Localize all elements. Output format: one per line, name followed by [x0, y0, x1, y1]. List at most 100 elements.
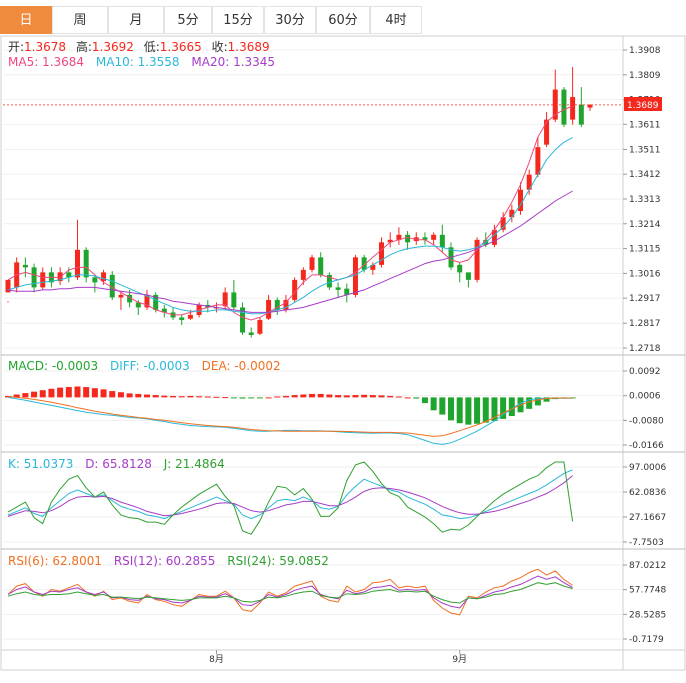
- macd-bar: [317, 393, 324, 398]
- y-tick-label: 1.3115: [629, 245, 661, 255]
- y-tick-label: 1.2718: [629, 344, 661, 354]
- macd-bar: [22, 393, 29, 398]
- candle-body: [22, 264, 28, 268]
- dea-value: DEA: -0.0002: [202, 359, 281, 373]
- y-tick-label: 28.5285: [629, 610, 666, 620]
- macd-bar: [170, 395, 177, 398]
- y-tick-label: 57.7748: [629, 586, 666, 596]
- candle-body: [31, 267, 37, 288]
- macd-bar: [456, 397, 463, 424]
- macd-bar: [361, 394, 368, 398]
- low-label: 低:: [144, 40, 160, 54]
- macd-bar: [74, 386, 81, 398]
- macd-bar: [335, 395, 342, 398]
- candle-body: [439, 234, 445, 248]
- macd-bar: [265, 397, 272, 399]
- macd-bar: [474, 397, 481, 424]
- y-tick-label: -0.0166: [629, 441, 664, 451]
- macd-bar: [230, 397, 237, 399]
- candle-body: [431, 234, 437, 240]
- ma5-legend: MA5: 1.3684: [8, 55, 84, 69]
- macd-bar: [196, 396, 203, 398]
- macd-bar: [274, 396, 281, 398]
- y-tick-label: 87.0212: [629, 561, 666, 571]
- y-tick-label: 1.3611: [629, 120, 661, 130]
- candle-body: [179, 317, 185, 320]
- chart-border: [0, 35, 686, 671]
- high-label: 高:: [76, 39, 92, 54]
- kdj-legend: K: 51.0373 D: 65.8128 J: 21.4864: [8, 457, 225, 471]
- macd-bar: [404, 397, 411, 399]
- macd-bar: [204, 396, 211, 398]
- macd-bar: [309, 393, 316, 398]
- candle-body: [509, 209, 515, 218]
- j-line: [7, 461, 574, 535]
- macd-bar: [282, 395, 289, 398]
- x-tick-label: 8月: [209, 654, 224, 665]
- macd-bar: [343, 395, 350, 398]
- macd-bar: [117, 392, 124, 398]
- macd-bar: [387, 395, 394, 398]
- macd-bar: [65, 387, 72, 398]
- y-tick-label: 62.0836: [629, 488, 666, 498]
- macd-bar: [178, 396, 185, 398]
- macd-bar: [100, 389, 107, 398]
- ma10-legend: MA10: 1.3558: [96, 55, 180, 69]
- chart-area[interactable]: 1.39081.38091.37101.36111.35111.34121.33…: [0, 0, 686, 683]
- macd-bar: [448, 397, 455, 421]
- ma-legend: MA5: 1.3684 MA10: 1.3558 MA20: 1.3345: [8, 55, 275, 69]
- ma5-line: [7, 105, 573, 321]
- macd-bar: [91, 388, 98, 398]
- macd-bar: [83, 387, 90, 398]
- macd-bar: [256, 397, 263, 399]
- open-value: 1.3678: [24, 40, 66, 54]
- macd-bar: [48, 388, 55, 398]
- rsi12-value: RSI(12): 60.2855: [114, 554, 216, 568]
- y-tick-label: -0.7179: [629, 635, 664, 645]
- macd-bar: [57, 387, 64, 398]
- candle-body: [587, 104, 593, 108]
- close-value: 1.3689: [228, 40, 270, 54]
- macd-bar: [430, 397, 437, 411]
- candle-body: [335, 287, 341, 290]
- ma20-line: [7, 190, 573, 313]
- diff-value: DIFF: -0.0003: [110, 359, 190, 373]
- candle-body: [266, 299, 272, 319]
- candle-body: [465, 272, 471, 280]
- ma20-legend: MA20: 1.3345: [191, 55, 275, 69]
- candle-body: [318, 257, 324, 275]
- candle-body: [231, 292, 237, 308]
- y-tick-label: -7.7503: [629, 538, 664, 548]
- candle-body: [92, 277, 98, 283]
- macd-bar: [248, 397, 255, 399]
- x-tick-label: 9月: [452, 654, 467, 665]
- macd-bar: [39, 390, 46, 398]
- y-tick-label: 97.0006: [629, 463, 666, 473]
- candle-body: [101, 272, 107, 282]
- candle-body: [222, 292, 228, 307]
- candle-body: [83, 249, 89, 278]
- candle-body: [544, 119, 550, 145]
- macd-bar: [421, 397, 428, 404]
- current-price-label: 1.3689: [627, 101, 659, 111]
- macd-bar: [135, 393, 142, 398]
- open-label: 开:: [8, 40, 24, 54]
- y-tick-label: 1.2917: [629, 294, 661, 304]
- macd-bar: [109, 391, 116, 398]
- y-tick-label: 0.0006: [629, 392, 661, 402]
- macd-bar: [352, 395, 359, 398]
- candle-body: [561, 89, 567, 125]
- macd-bar: [143, 394, 150, 398]
- y-tick-label: 1.3016: [629, 269, 661, 279]
- macd-bar: [395, 396, 402, 398]
- macd-bar: [152, 395, 159, 398]
- k-value: K: 51.0373: [8, 457, 73, 471]
- macd-bar: [213, 396, 220, 398]
- macd-bar: [126, 393, 133, 398]
- y-tick-label: 1.3809: [629, 71, 661, 81]
- candle-body: [457, 264, 463, 273]
- y-tick-label: 1.2817: [629, 319, 661, 329]
- candle-body: [570, 97, 576, 120]
- j-value: J: 21.4864: [163, 457, 225, 471]
- macd-value: MACD: -0.0003: [8, 359, 98, 373]
